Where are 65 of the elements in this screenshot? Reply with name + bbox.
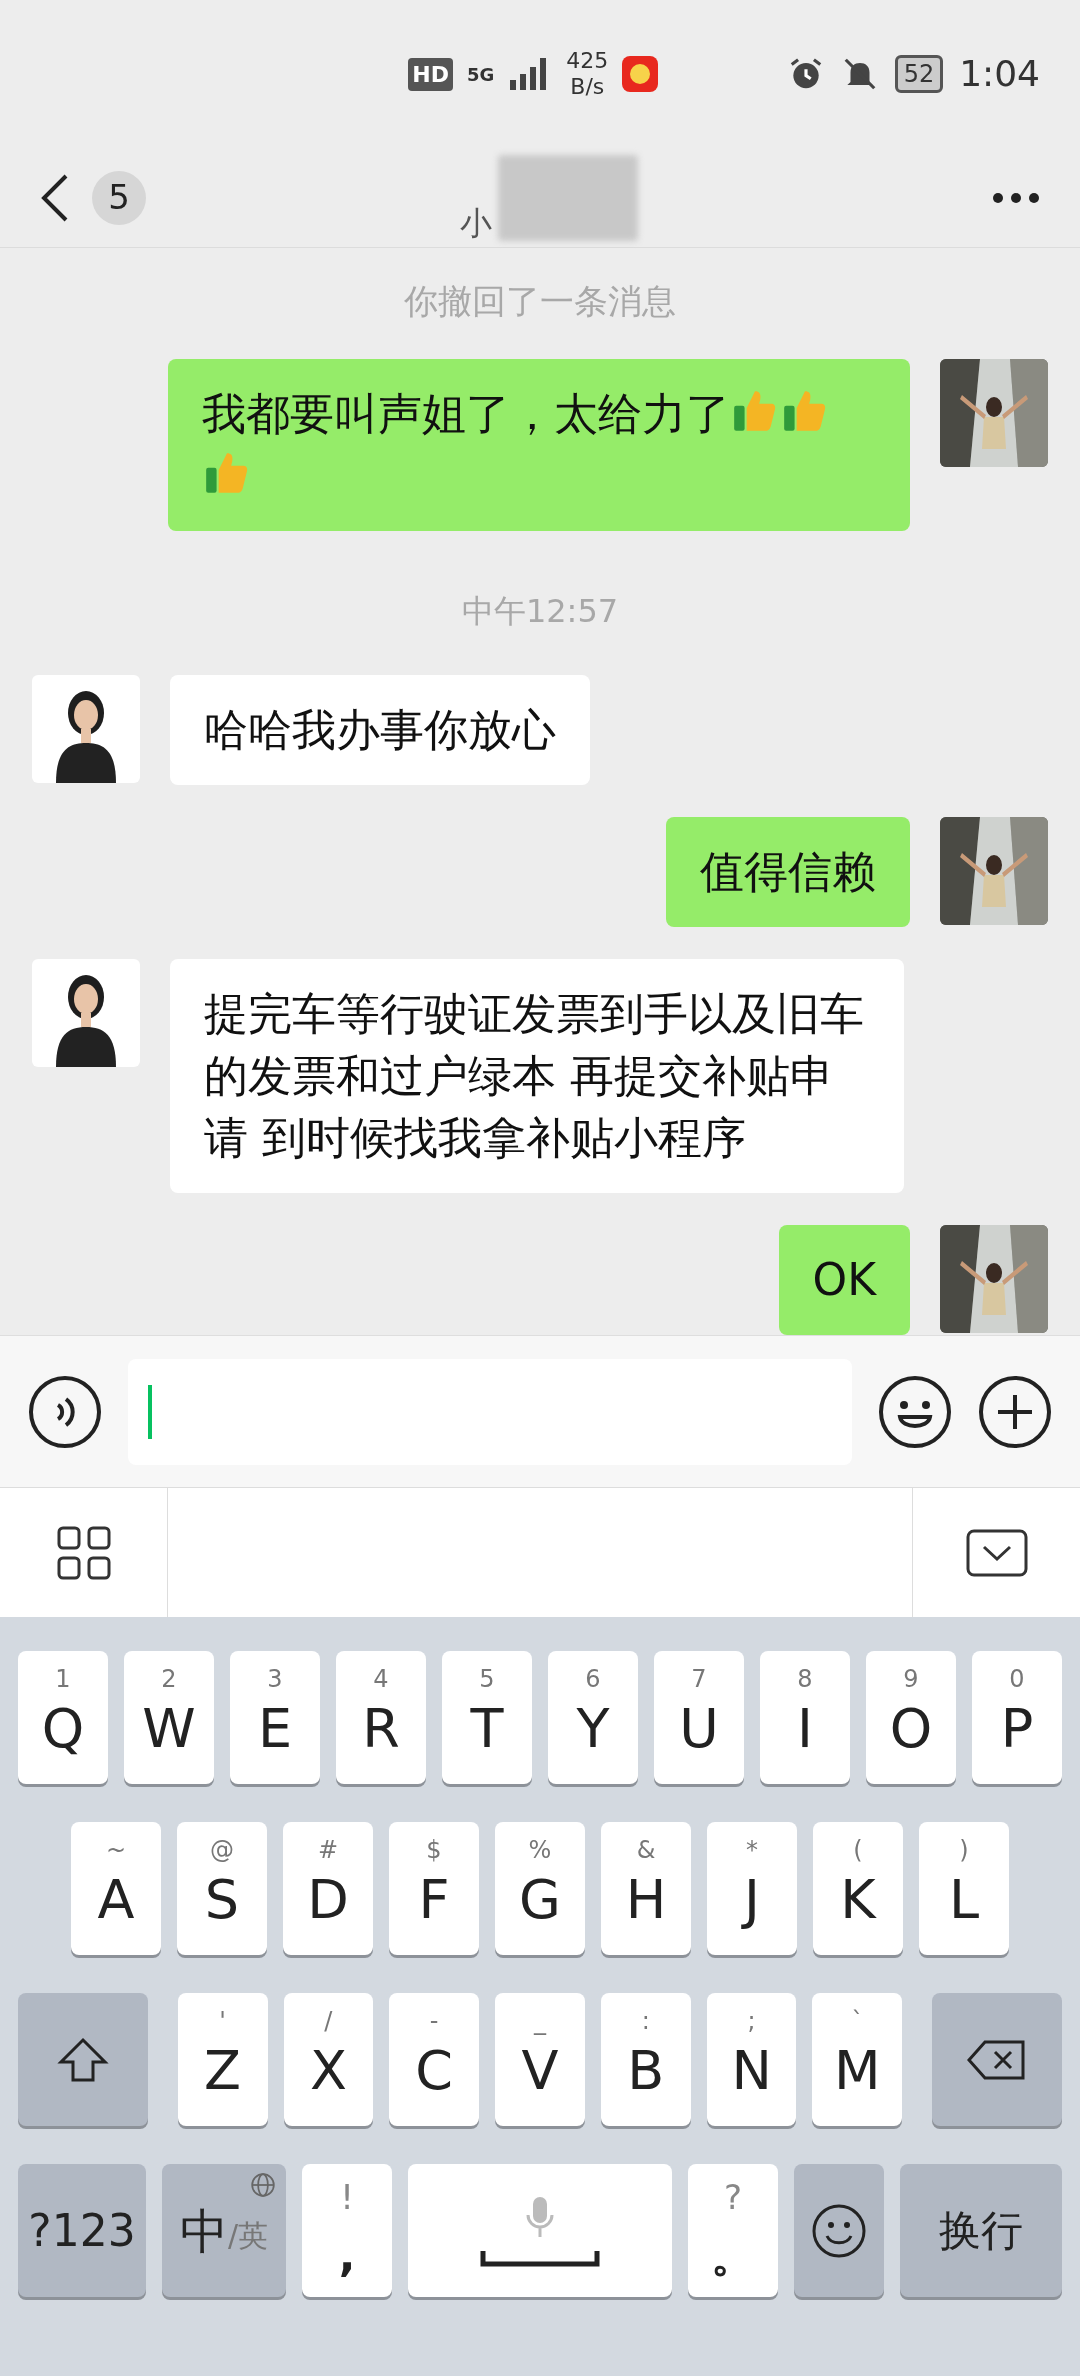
recall-notice: 你撤回了一条消息 [404,280,676,323]
key[interactable]: - C [389,1993,480,2126]
clock: 1:04 [959,52,1040,96]
microphone-icon [524,2194,556,2239]
emoji-icon[interactable] [878,1374,952,1449]
grid-icon[interactable] [56,1525,111,1580]
voice-icon[interactable] [28,1374,102,1449]
back-icon[interactable] [40,173,70,222]
message-bubble: 提完车等行驶证发票到手以及旧车的发票和过户绿本 再提交补贴申请 到时候找我拿补贴小程序 [170,959,904,1193]
key[interactable]: 3 E [230,1651,320,1784]
key[interactable]: : B [600,1993,691,2126]
key[interactable]: ( K [813,1822,903,1955]
key[interactable]: 9 O [866,1651,956,1784]
battery-indicator: 52 [894,55,944,93]
key[interactable]: 7 U [654,1651,744,1784]
key[interactable]: ) L [919,1822,1009,1955]
hd-badge: HD [408,57,453,91]
key[interactable]: % G [495,1822,585,1955]
message-input[interactable] [128,1358,852,1465]
plus-icon[interactable] [978,1374,1052,1449]
emoji-key[interactable] [794,2164,884,2297]
shift-key[interactable] [18,1993,148,2126]
more-icon[interactable] [992,191,1040,204]
key[interactable]: * J [707,1822,797,1955]
backspace-icon [967,2039,1028,2080]
space-icon [480,2248,600,2267]
key[interactable]: / X [283,1993,374,2126]
shift-icon [56,2035,109,2084]
network-label: 5G [467,62,495,87]
key[interactable]: ` M [812,1993,903,2126]
key[interactable]: 0 P [972,1651,1062,1784]
key[interactable]: & H [601,1822,691,1955]
key[interactable]: # D [283,1822,373,1955]
key[interactable]: 4 R [336,1651,426,1784]
key[interactable]: 2 W [124,1651,214,1784]
key[interactable]: _ V [495,1993,585,2126]
punctuation-key[interactable]: ? 。 [688,2164,778,2297]
key[interactable]: ; N [706,1993,797,2126]
key[interactable]: 6 Y [548,1651,638,1784]
enter-key[interactable]: 换行 [900,2164,1062,2297]
timestamp: 中午12:57 [461,591,619,632]
key[interactable]: ' Z [177,1993,268,2126]
unread-badge: 5 [92,170,146,225]
key[interactable]: @ S [177,1822,267,1955]
app-icon [622,56,659,92]
symbols-key[interactable]: ?123 [18,2164,146,2297]
language-key[interactable]: 中/英 [162,2164,286,2297]
key[interactable]: 5 T [442,1651,532,1784]
key[interactable]: ~ A [71,1822,161,1955]
key[interactable]: 8 I [760,1651,850,1784]
speed-unit: B/s [570,74,605,100]
message-bubble: 哈哈我办事你放心 [170,675,590,785]
chat-title: 小 [460,204,492,241]
smiley-icon [811,2202,867,2259]
message-bubble: 值得信赖 [666,817,910,927]
backspace-key[interactable] [932,1993,1062,2126]
key[interactable]: $ F [389,1822,479,1955]
key[interactable]: 1 Q [18,1651,108,1784]
hide-keyboard-icon[interactable] [965,1528,1028,1577]
punctuation-key[interactable]: ! , [302,2164,392,2297]
space-key[interactable] [408,2164,672,2297]
message-bubble: 我都要叫声姐了，太给力了 [168,359,910,531]
globe-icon [250,2172,276,2198]
speed-value: 425 [566,48,609,74]
message-bubble: OK [778,1225,910,1335]
